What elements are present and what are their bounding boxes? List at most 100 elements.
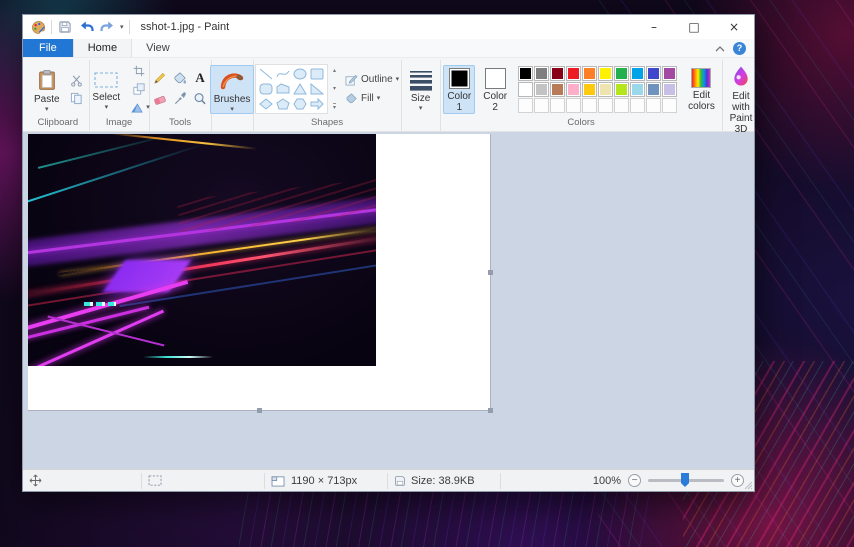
- text-tool-icon[interactable]: A: [191, 69, 209, 86]
- palette-color[interactable]: [662, 81, 678, 97]
- shapes-scroll-down-icon[interactable]: ▾: [333, 85, 336, 92]
- shape-hexagon-icon[interactable]: [292, 97, 308, 111]
- palette-empty-slot[interactable]: [630, 97, 646, 113]
- zoom-slider[interactable]: [648, 473, 724, 487]
- shapes-grid: [254, 64, 328, 114]
- paste-dropdown-icon[interactable]: ▾: [45, 106, 49, 113]
- fill-dropdown-icon[interactable]: ▾: [377, 95, 381, 102]
- collapse-ribbon-icon[interactable]: [715, 39, 725, 57]
- palette-color[interactable]: [646, 81, 662, 97]
- zoom-out-button[interactable]: −: [628, 474, 641, 487]
- shape-rectangle-icon[interactable]: [309, 67, 325, 81]
- palette-color[interactable]: [518, 65, 534, 81]
- palette-color[interactable]: [582, 65, 598, 81]
- palette-color[interactable]: [662, 65, 678, 81]
- palette-empty-slot[interactable]: [598, 97, 614, 113]
- palette-color[interactable]: [630, 65, 646, 81]
- palette-color[interactable]: [550, 65, 566, 81]
- window-resize-grip[interactable]: [744, 481, 753, 490]
- outline-button[interactable]: Outline ▾: [345, 73, 399, 86]
- size-dropdown-icon[interactable]: ▾: [419, 105, 423, 112]
- outline-dropdown-icon[interactable]: ▾: [396, 76, 400, 83]
- palette-empty-slot[interactable]: [662, 97, 678, 113]
- paste-button[interactable]: Paste ▾: [30, 65, 64, 114]
- pencil-tool-icon[interactable]: [151, 69, 169, 86]
- shape-pentagon-icon[interactable]: [275, 97, 291, 111]
- canvas-resize-handle-right[interactable]: [488, 270, 493, 275]
- select-button[interactable]: Select ▾: [88, 67, 124, 112]
- edit-colors-button[interactable]: Edit colors: [684, 65, 719, 113]
- tab-view[interactable]: View: [132, 39, 184, 57]
- palette-color[interactable]: [566, 81, 582, 97]
- edit-with-paint3d-button[interactable]: Edit with Paint 3D: [726, 62, 757, 136]
- help-icon[interactable]: ?: [733, 41, 746, 55]
- shape-rounded-rectangle-icon[interactable]: [258, 82, 274, 96]
- fill-button[interactable]: Fill ▾: [345, 92, 399, 105]
- palette-empty-slot[interactable]: [614, 97, 630, 113]
- palette-empty-slot[interactable]: [646, 97, 662, 113]
- title-bar[interactable]: ▾ sshot-1.jpg - Paint – □ ×: [23, 15, 754, 39]
- palette-color[interactable]: [598, 81, 614, 97]
- shape-right-triangle-icon[interactable]: [309, 82, 325, 96]
- palette-color[interactable]: [534, 65, 550, 81]
- crop-button[interactable]: [130, 63, 148, 80]
- palette-empty-slot[interactable]: [550, 97, 566, 113]
- brushes-button[interactable]: Brushes ▾: [209, 64, 255, 114]
- palette-color[interactable]: [518, 81, 534, 97]
- minimize-button[interactable]: –: [634, 15, 674, 39]
- file-size-section: Size: 38.9KB: [388, 470, 500, 491]
- color2-button[interactable]: Color 2: [479, 65, 511, 114]
- shape-arrow-icon[interactable]: [309, 97, 325, 111]
- palette-color[interactable]: [566, 65, 582, 81]
- copy-button[interactable]: [68, 90, 86, 107]
- shape-line-icon[interactable]: [258, 67, 274, 81]
- palette-color[interactable]: [630, 81, 646, 97]
- shape-polygon-icon[interactable]: [275, 82, 291, 96]
- shape-oval-icon[interactable]: [292, 67, 308, 81]
- size-button[interactable]: Size ▾: [405, 66, 437, 113]
- shapes-more-icon[interactable]: ▾: [332, 103, 336, 111]
- palette-empty-slot[interactable]: [534, 97, 550, 113]
- magnifier-tool-icon[interactable]: [191, 90, 209, 107]
- tab-home[interactable]: Home: [72, 39, 133, 57]
- palette-color[interactable]: [534, 81, 550, 97]
- palette-color[interactable]: [614, 81, 630, 97]
- group-colors: Color 1 Color 2 Edit colors Colors: [441, 60, 723, 131]
- shapes-scroll-up-icon[interactable]: ▴: [333, 67, 336, 74]
- palette-color[interactable]: [550, 81, 566, 97]
- window-controls: – □ ×: [634, 15, 754, 39]
- palette-empty-slot[interactable]: [518, 97, 534, 113]
- canvas-resize-handle-bottom[interactable]: [257, 408, 262, 413]
- canvas-resize-handle-corner[interactable]: [488, 408, 493, 413]
- palette-color[interactable]: [646, 65, 662, 81]
- zoom-slider-thumb[interactable]: [681, 473, 689, 487]
- cut-button[interactable]: [68, 72, 86, 89]
- maximize-button[interactable]: □: [674, 15, 714, 39]
- shape-diamond-icon[interactable]: [258, 97, 274, 111]
- redo-button[interactable]: [99, 19, 115, 35]
- brushes-dropdown-icon[interactable]: ▾: [230, 106, 234, 113]
- resize-button[interactable]: [130, 81, 148, 98]
- palette-empty-slot[interactable]: [566, 97, 582, 113]
- fill-tool-icon[interactable]: [171, 69, 189, 86]
- edit-colors-icon: [691, 68, 712, 88]
- tab-file[interactable]: File: [23, 39, 73, 57]
- undo-button[interactable]: [78, 19, 94, 35]
- color-picker-tool-icon[interactable]: [171, 90, 189, 107]
- save-button[interactable]: [57, 19, 73, 35]
- group-brushes: Brushes ▾: [209, 60, 255, 131]
- palette-empty-slot[interactable]: [582, 97, 598, 113]
- qat-customize-dropdown-icon[interactable]: ▾: [120, 24, 124, 31]
- select-dropdown-icon[interactable]: ▾: [105, 104, 109, 111]
- eraser-tool-icon[interactable]: [151, 90, 169, 107]
- zoom-in-button[interactable]: +: [731, 474, 744, 487]
- shape-curve-icon[interactable]: [275, 67, 291, 81]
- close-button[interactable]: ×: [714, 15, 754, 39]
- palette-color[interactable]: [598, 65, 614, 81]
- shape-triangle-icon[interactable]: [292, 82, 308, 96]
- drawing-canvas[interactable]: [28, 134, 493, 413]
- color1-button[interactable]: Color 1: [443, 64, 476, 114]
- palette-color[interactable]: [614, 65, 630, 81]
- palette-color[interactable]: [582, 81, 598, 97]
- rotate-button[interactable]: [128, 99, 146, 116]
